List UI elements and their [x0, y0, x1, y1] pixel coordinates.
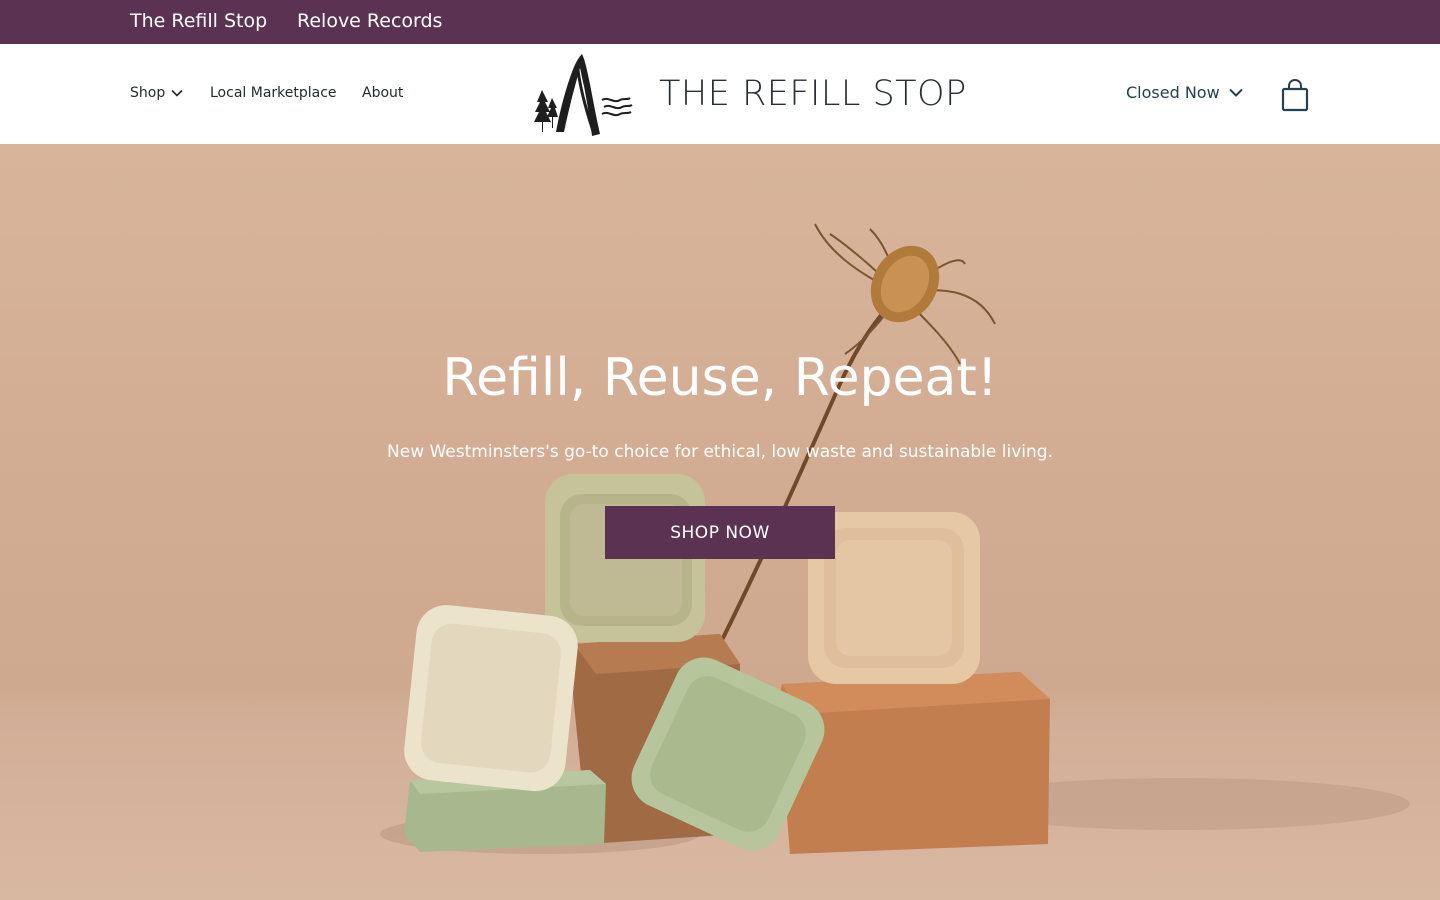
site-header: Shop Local Marketplace About THE REFILL …: [0, 44, 1440, 144]
hero-title: Refill, Reuse, Repeat!: [442, 348, 998, 408]
shop-now-button[interactable]: SHOP NOW: [605, 506, 835, 559]
hero-subtitle: New Westminsters's go-to choice for ethi…: [387, 442, 1053, 462]
nav-local-marketplace[interactable]: Local Marketplace: [210, 85, 337, 101]
nav-shop-label: Shop: [130, 85, 166, 101]
hours-status-label: Closed Now: [1126, 83, 1220, 102]
hero-banner: Refill, Reuse, Repeat! New Westminsters'…: [0, 144, 1440, 900]
mountain-trees-logo-icon[interactable]: [530, 50, 634, 138]
top-site-switcher-bar: The Refill Stop Relove Records: [0, 0, 1440, 44]
brand-wordmark[interactable]: THE REFILL STOP: [659, 74, 967, 114]
chevron-down-icon: [1228, 88, 1243, 97]
store-hours-dropdown[interactable]: Closed Now: [1126, 83, 1243, 102]
nav-shop-dropdown[interactable]: Shop: [130, 85, 183, 101]
site-link-refill-stop[interactable]: The Refill Stop: [130, 10, 267, 32]
nav-about[interactable]: About: [362, 85, 403, 101]
site-link-relove-records[interactable]: Relove Records: [297, 10, 442, 32]
shopping-bag-icon[interactable]: [1280, 78, 1310, 112]
chevron-down-icon: [171, 89, 183, 97]
